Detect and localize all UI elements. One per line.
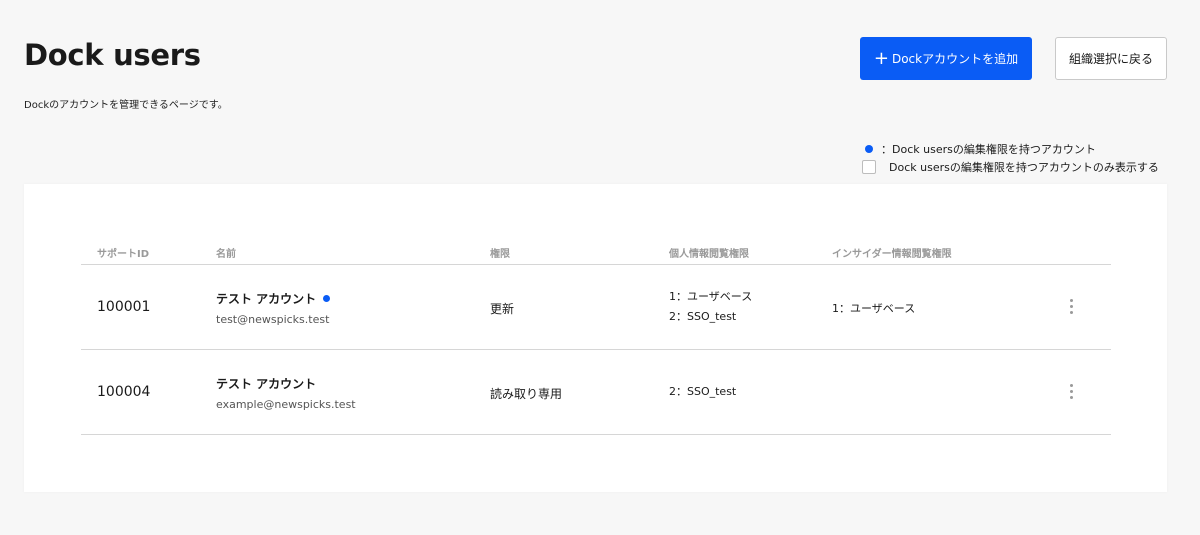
user-name-cell: テスト アカウント test@newspicks.test <box>216 290 331 326</box>
edit-permission-filter[interactable]: Dock usersの編集権限を持つアカウントのみ表示する <box>862 159 1159 175</box>
personal-info-permission: 2：SSO_test <box>669 382 736 402</box>
edit-permission-legend: ：Dock usersの編集権限を持つアカウント <box>862 141 1096 157</box>
user-email: example@newspicks.test <box>216 398 356 411</box>
more-vertical-icon[interactable] <box>1066 382 1077 401</box>
edit-permission-dot-icon <box>865 145 873 153</box>
page-description: Dockのアカウントを管理できるページです。 <box>24 100 228 111</box>
table-row: 100001 テスト アカウント test@newspicks.test 更新 … <box>81 265 1111 350</box>
user-email: test@newspicks.test <box>216 313 330 326</box>
more-vertical-icon[interactable] <box>1066 297 1077 316</box>
row-menu-button[interactable] <box>1066 382 1077 401</box>
permission: 更新 <box>490 302 515 316</box>
dock-users-page: Dock users Dockのアカウントを管理できるページです。 + Dock… <box>0 0 1200 535</box>
edit-permission-filter-checkbox[interactable] <box>862 160 876 174</box>
column-header-permission: 権限 <box>490 249 510 260</box>
permission: 読み取り専用 <box>490 387 563 401</box>
add-dock-account-label: Dockアカウントを追加 <box>891 52 1019 66</box>
support-id: 100001 <box>97 299 151 315</box>
plus-icon: + <box>873 47 889 69</box>
page-title: Dock users <box>24 38 201 72</box>
personal-info-item: 2：SSO_test <box>669 385 737 398</box>
column-header-support-id: サポートID <box>97 249 150 260</box>
user-name: テスト アカウント <box>216 292 317 306</box>
row-menu-button[interactable] <box>1066 297 1077 316</box>
column-header-insider-info: インサイダー情報閲覧権限 <box>832 249 952 260</box>
personal-info-item: 1：ユーザベース <box>669 290 753 303</box>
back-to-org-select-label: 組織選択に戻る <box>1068 52 1153 66</box>
column-header-personal-info: 個人情報閲覧権限 <box>669 249 749 260</box>
personal-info-item: 2：SSO_test <box>669 310 737 323</box>
edit-permission-legend-text: ：Dock usersの編集権限を持つアカウント <box>881 143 1096 156</box>
edit-permission-dot-icon <box>323 295 331 302</box>
edit-permission-filter-label: Dock usersの編集権限を持つアカウントのみ表示する <box>889 161 1159 174</box>
personal-info-permission: 1：ユーザベース 2：SSO_test <box>669 287 752 327</box>
user-name: テスト アカウント <box>216 377 317 391</box>
support-id: 100004 <box>97 384 151 400</box>
insider-info-permission: 1：ユーザベース <box>832 302 916 315</box>
users-table-card: サポートID 名前 権限 個人情報閲覧権限 インサイダー情報閲覧権限 10000… <box>24 184 1167 492</box>
users-table: サポートID 名前 権限 個人情報閲覧権限 インサイダー情報閲覧権限 10000… <box>81 238 1111 435</box>
column-header-name: 名前 <box>216 249 236 260</box>
user-name-cell: テスト アカウント example@newspicks.test <box>216 375 356 411</box>
back-to-org-select-button[interactable]: 組織選択に戻る <box>1055 37 1167 80</box>
add-dock-account-button[interactable]: + Dockアカウントを追加 <box>860 37 1032 80</box>
table-row: 100004 テスト アカウント example@newspicks.test … <box>81 350 1111 435</box>
table-header: サポートID 名前 権限 個人情報閲覧権限 インサイダー情報閲覧権限 <box>81 238 1111 265</box>
